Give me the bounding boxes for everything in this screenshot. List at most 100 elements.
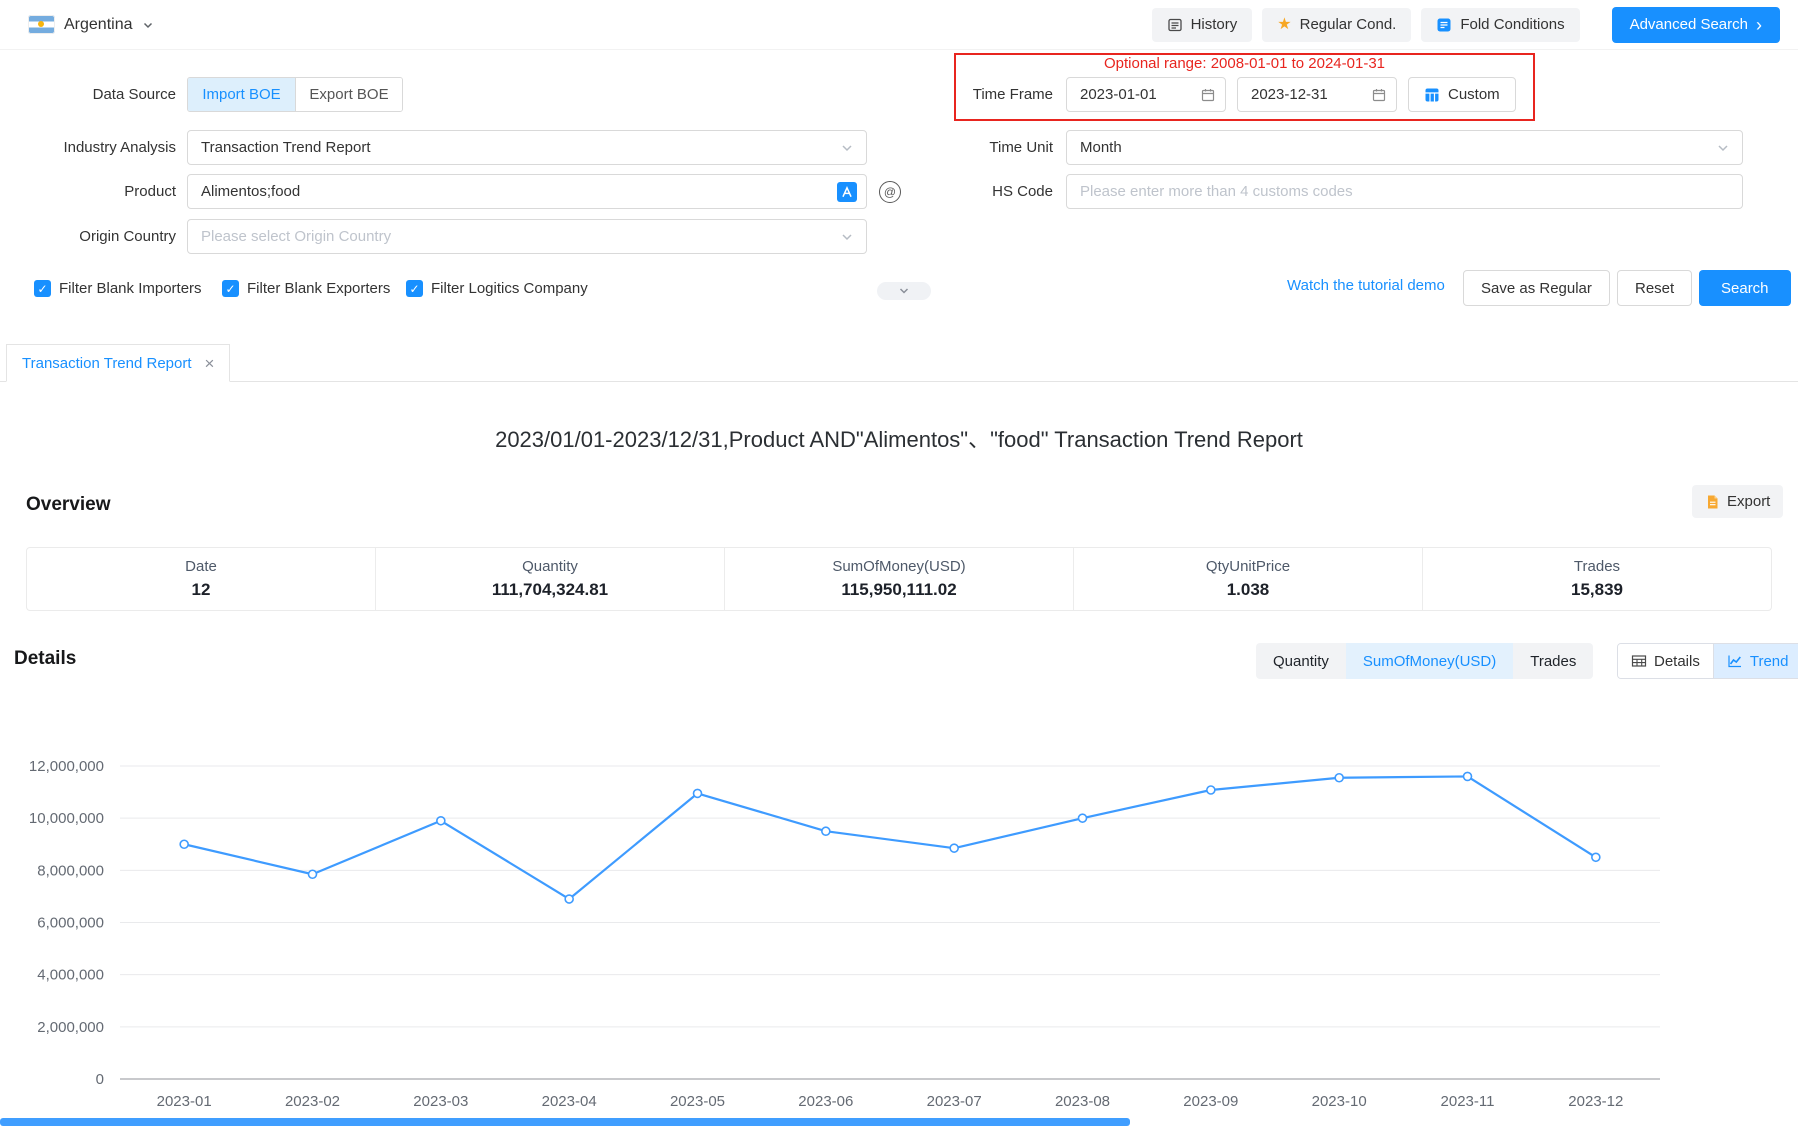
svg-text:2023-10: 2023-10	[1312, 1093, 1367, 1110]
search-form: Data Source Import BOE Export BOE Option…	[0, 50, 1798, 343]
advanced-search-button[interactable]: Advanced Search ›	[1612, 7, 1780, 43]
reset-button[interactable]: Reset	[1617, 270, 1692, 306]
tab-label: Transaction Trend Report	[22, 355, 192, 372]
svg-text:2023-02: 2023-02	[285, 1093, 340, 1110]
filter-blank-importers-checkbox[interactable]: ✓ Filter Blank Importers	[34, 280, 202, 297]
date-from-field	[1066, 77, 1226, 112]
stat-value: 12	[192, 580, 211, 600]
chevron-down-icon	[1716, 141, 1730, 155]
view-trend-label: Trend	[1750, 653, 1789, 670]
product-field	[187, 174, 867, 209]
top-actions: History ★ Regular Cond. Fold Conditions …	[1152, 7, 1780, 43]
filter-logitics-company-checkbox[interactable]: ✓ Filter Logitics Company	[406, 280, 588, 297]
export-boe-toggle[interactable]: Export BOE	[295, 78, 402, 111]
calendar-icon[interactable]	[1200, 87, 1216, 103]
stat-date: Date 12	[27, 548, 375, 610]
filter-blank-exporters-checkbox[interactable]: ✓ Filter Blank Exporters	[222, 280, 390, 297]
custom-range-icon	[1424, 87, 1440, 103]
advanced-search-label: Advanced Search	[1630, 16, 1748, 33]
top-bar: Argentina History ★ Regular Cond. Fold C…	[0, 0, 1798, 50]
stat-value: 111,704,324.81	[492, 580, 608, 600]
optional-range-note: Optional range: 2008-01-01 to 2024-01-31	[954, 55, 1535, 72]
chevron-down-icon	[142, 19, 154, 31]
table-icon	[1631, 653, 1647, 669]
custom-range-button[interactable]: Custom	[1408, 77, 1516, 112]
history-button[interactable]: History	[1152, 8, 1253, 42]
horizontal-scrollbar[interactable]	[0, 1118, 1130, 1126]
checkbox-checked-icon: ✓	[34, 280, 51, 297]
svg-text:2023-08: 2023-08	[1055, 1093, 1110, 1110]
view-tab-trend[interactable]: Trend	[1713, 644, 1798, 678]
stat-label: QtyUnitPrice	[1206, 558, 1290, 575]
industry-analysis-label: Industry Analysis	[0, 130, 176, 165]
fold-conditions-button[interactable]: Fold Conditions	[1421, 8, 1579, 42]
checkbox-checked-icon: ✓	[222, 280, 239, 297]
svg-text:2023-04: 2023-04	[542, 1093, 597, 1110]
overview-heading: Overview	[26, 494, 111, 516]
product-label: Product	[0, 174, 176, 209]
stat-value: 1.038	[1227, 580, 1270, 600]
origin-country-label: Origin Country	[0, 219, 176, 254]
export-button[interactable]: Export	[1692, 485, 1783, 518]
tab-transaction-trend-report[interactable]: Transaction Trend Report ×	[6, 344, 230, 382]
industry-analysis-value: Transaction Trend Report	[201, 139, 371, 156]
svg-text:2,000,000: 2,000,000	[37, 1019, 104, 1036]
svg-text:6,000,000: 6,000,000	[37, 915, 104, 932]
import-boe-toggle[interactable]: Import BOE	[188, 78, 295, 111]
hs-code-input[interactable]	[1067, 175, 1742, 208]
svg-text:0: 0	[96, 1071, 104, 1088]
fold-conditions-icon	[1436, 17, 1452, 33]
svg-text:4,000,000: 4,000,000	[37, 967, 104, 984]
export-file-icon	[1705, 494, 1720, 510]
overview-stats-card: Date 12 Quantity 111,704,324.81 SumOfMon…	[26, 547, 1772, 611]
chevron-down-icon	[897, 284, 911, 298]
svg-text:2023-12: 2023-12	[1568, 1093, 1623, 1110]
trend-chart[interactable]: 02,000,0004,000,0006,000,0008,000,00010,…	[0, 680, 1798, 1120]
metric-tab-sumofmoney[interactable]: SumOfMoney(USD)	[1346, 643, 1513, 679]
tutorial-demo-link[interactable]: Watch the tutorial demo	[1287, 277, 1445, 294]
origin-country-placeholder: Please select Origin Country	[201, 228, 391, 245]
stat-label: Trades	[1574, 558, 1620, 575]
svg-text:2023-09: 2023-09	[1183, 1093, 1238, 1110]
time-unit-value: Month	[1080, 139, 1122, 156]
checkbox-checked-icon: ✓	[406, 280, 423, 297]
history-label: History	[1191, 16, 1238, 33]
metric-tab-trades[interactable]: Trades	[1513, 643, 1593, 679]
export-label: Export	[1727, 493, 1770, 510]
origin-country-select[interactable]: Please select Origin Country	[187, 219, 867, 254]
view-details-label: Details	[1654, 653, 1700, 670]
stat-label: SumOfMoney(USD)	[832, 558, 965, 575]
metric-tab-quantity[interactable]: Quantity	[1256, 643, 1346, 679]
expand-conditions-button[interactable]	[877, 282, 931, 300]
translate-icon[interactable]	[837, 182, 857, 202]
product-input[interactable]	[188, 175, 866, 208]
chevron-right-icon: ›	[1756, 16, 1762, 34]
svg-text:2023-11: 2023-11	[1441, 1093, 1495, 1110]
hs-code-label: HS Code	[880, 174, 1053, 209]
close-icon[interactable]: ×	[205, 355, 215, 372]
filter-blank-importers-label: Filter Blank Importers	[59, 280, 202, 297]
data-source-toggle: Import BOE Export BOE	[187, 77, 403, 112]
stat-label: Date	[185, 558, 217, 575]
chevron-down-icon	[840, 230, 854, 244]
view-tabs: Details Trend	[1617, 643, 1798, 679]
stat-value: 15,839	[1571, 580, 1623, 600]
search-button[interactable]: Search	[1699, 270, 1791, 306]
country-name: Argentina	[64, 16, 133, 34]
stat-label: Quantity	[522, 558, 578, 575]
country-selector[interactable]: Argentina	[28, 15, 154, 34]
calendar-icon[interactable]	[1371, 87, 1387, 103]
line-chart-icon	[1727, 653, 1743, 669]
industry-analysis-select[interactable]: Transaction Trend Report	[187, 130, 867, 165]
regular-cond-button[interactable]: ★ Regular Cond.	[1262, 8, 1411, 42]
chevron-down-icon	[840, 141, 854, 155]
view-tab-details[interactable]: Details	[1618, 644, 1713, 678]
time-unit-select[interactable]: Month	[1066, 130, 1743, 165]
svg-text:2023-05: 2023-05	[670, 1093, 725, 1110]
time-unit-label: Time Unit	[880, 130, 1053, 165]
custom-label: Custom	[1448, 86, 1500, 103]
date-to-field	[1237, 77, 1397, 112]
save-as-regular-button[interactable]: Save as Regular	[1463, 270, 1610, 306]
filter-blank-exporters-label: Filter Blank Exporters	[247, 280, 390, 297]
stat-quantity: Quantity 111,704,324.81	[375, 548, 724, 610]
